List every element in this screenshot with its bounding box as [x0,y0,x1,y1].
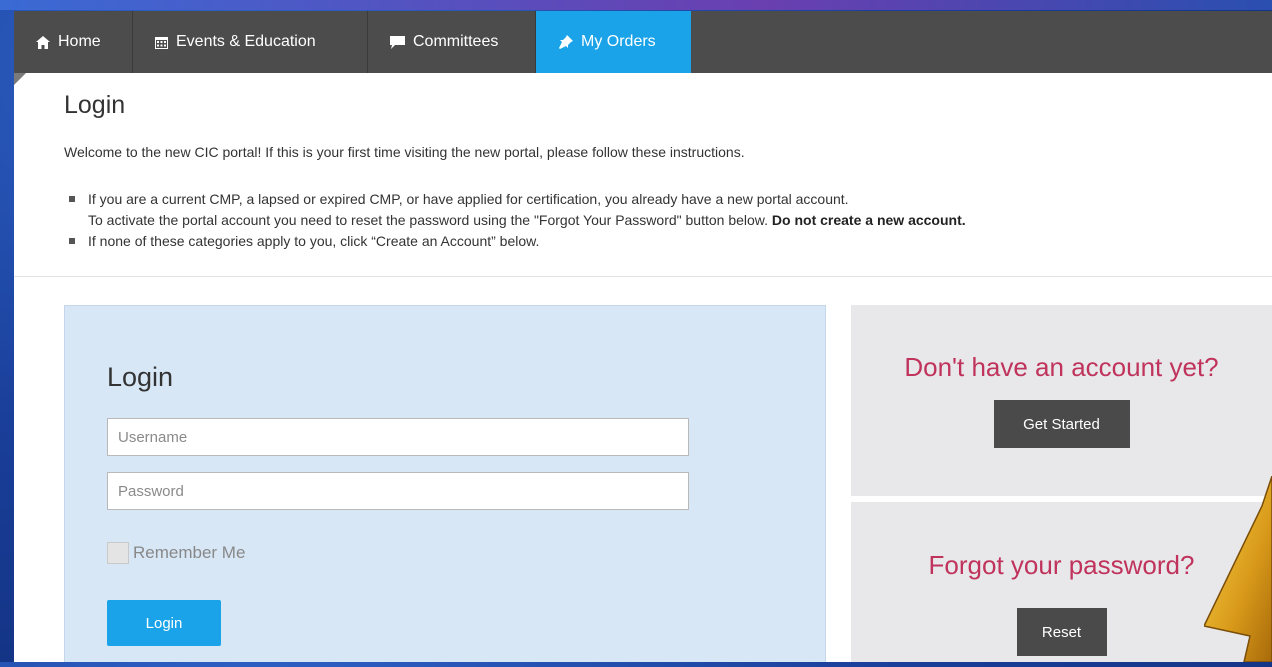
instructions-list: If you are a current CMP, a lapsed or ex… [64,189,966,252]
list-item: If you are a current CMP, a lapsed or ex… [64,189,966,231]
nav-committees-label: Committees [413,33,499,50]
instruction-line: If you are a current CMP, a lapsed or ex… [88,191,849,207]
signup-heading: Don't have an account yet? [904,352,1219,382]
bullet-icon [69,196,75,202]
background-gradient [0,0,1272,10]
nav-events-label: Events & Education [176,33,316,50]
divider [14,276,1272,277]
calendar-icon [155,36,168,49]
corner-fold [14,73,26,85]
nav-my-orders[interactable]: My Orders [536,11,691,73]
login-heading: Login [107,362,174,392]
login-panel: Login Remember Me Login [64,305,826,662]
signup-box: Don't have an account yet? Get Started [851,305,1272,496]
browser-page: Home Events & Education Committees My Or… [14,11,1272,662]
bullet-icon [69,238,75,244]
speech-bubble-icon [390,35,405,49]
remember-me: Remember Me [107,542,245,564]
password-input[interactable] [107,472,689,510]
pointer-arrow-icon [1202,475,1272,667]
remember-me-checkbox[interactable] [107,542,129,564]
pushpin-icon [558,35,573,49]
nav-home[interactable]: Home [14,11,133,73]
reset-button[interactable]: Reset [1016,608,1107,656]
top-navbar: Home Events & Education Committees My Or… [14,11,1272,73]
reset-heading: Forgot your password? [928,550,1195,580]
nav-my-orders-label: My Orders [581,33,656,50]
username-input[interactable] [107,418,689,456]
remember-me-label: Remember Me [133,543,246,562]
instruction-line: To activate the portal account you need … [88,212,769,228]
instruction-line: If none of these categories apply to you… [88,233,540,249]
list-item: If none of these categories apply to you… [64,231,966,252]
nav-committees[interactable]: Committees [368,11,536,73]
home-icon [36,35,50,49]
instruction-warning: Do not create a new account. [771,212,966,228]
nav-events-education[interactable]: Events & Education [133,11,368,73]
get-started-button[interactable]: Get Started [993,400,1130,448]
welcome-text: Welcome to the new CIC portal! If this i… [64,144,745,160]
nav-home-label: Home [58,33,101,50]
page-title: Login [64,91,126,119]
login-button[interactable]: Login [107,600,221,646]
